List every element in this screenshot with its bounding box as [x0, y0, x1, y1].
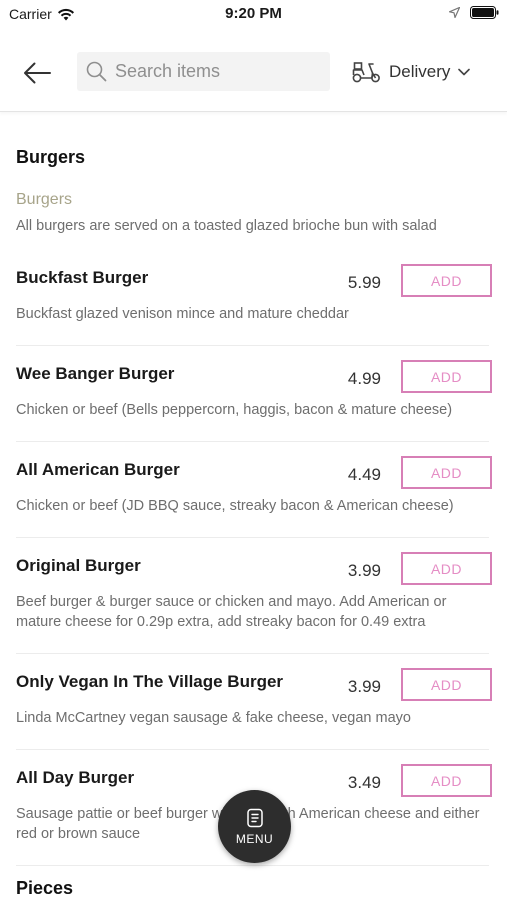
divider [16, 653, 489, 654]
search-input[interactable] [115, 61, 315, 82]
menu-list[interactable]: Burgers Burgers All burgers are served o… [0, 113, 507, 900]
back-button[interactable] [20, 57, 54, 89]
item-description: Beef burger & burger sauce or chicken an… [16, 594, 447, 630]
item-price: 3.99 [347, 561, 381, 580]
add-button[interactable]: ADD [401, 668, 492, 701]
location-arrow-icon [449, 7, 460, 18]
top-bar: Delivery [0, 40, 507, 112]
divider [16, 749, 489, 750]
delivery-label: Delivery [389, 62, 451, 81]
scooter-icon [352, 62, 380, 83]
add-button[interactable]: ADD [401, 456, 492, 489]
divider [16, 537, 489, 538]
section-title: Burgers [16, 147, 86, 167]
back-arrow-icon [24, 62, 51, 84]
status-right [449, 6, 499, 19]
subcategory-title: Burgers [16, 191, 73, 208]
item-description: Linda McCartney vegan sausage & fake che… [16, 710, 411, 726]
menu-fab-label: MENU [235, 831, 274, 846]
item-name: Original Burger [16, 556, 141, 575]
item-name: Only Vegan In The Village Burger [16, 672, 284, 691]
next-section-title: Pieces [16, 878, 74, 898]
status-bar: Carrier 9:20 PM [0, 0, 507, 30]
add-button[interactable]: ADD [401, 360, 492, 393]
search-icon [86, 61, 107, 82]
item-price: 4.99 [347, 369, 381, 388]
divider [16, 865, 489, 866]
item-price: 3.99 [347, 677, 381, 696]
menu-list-icon [246, 808, 263, 827]
menu-fab-button[interactable]: MENU [218, 790, 291, 863]
divider [16, 345, 489, 346]
subcategory-description: All burgers are served on a toasted glaz… [16, 218, 437, 234]
item-name: Wee Banger Burger [16, 364, 175, 383]
chevron-down-icon [458, 68, 471, 76]
add-button[interactable]: ADD [401, 264, 492, 297]
battery-icon [470, 6, 499, 19]
item-name: All Day Burger [16, 768, 135, 787]
search-box[interactable] [77, 52, 330, 91]
item-description: Buckfast glazed venison mince and mature… [16, 306, 349, 322]
item-description: Chicken or beef (Bells peppercorn, haggi… [16, 402, 453, 418]
item-name: All American Burger [16, 460, 180, 479]
item-price: 5.99 [347, 273, 381, 292]
add-button[interactable]: ADD [401, 764, 492, 797]
delivery-selector[interactable]: Delivery [352, 57, 471, 87]
divider [16, 441, 489, 442]
add-button[interactable]: ADD [401, 552, 492, 585]
status-time: 9:20 PM [225, 5, 282, 22]
item-price: 4.49 [347, 465, 381, 484]
item-description: Chicken or beef (JD BBQ sauce, streaky b… [16, 498, 454, 514]
item-name: Buckfast Burger [16, 268, 149, 287]
item-price: 3.49 [347, 773, 381, 792]
